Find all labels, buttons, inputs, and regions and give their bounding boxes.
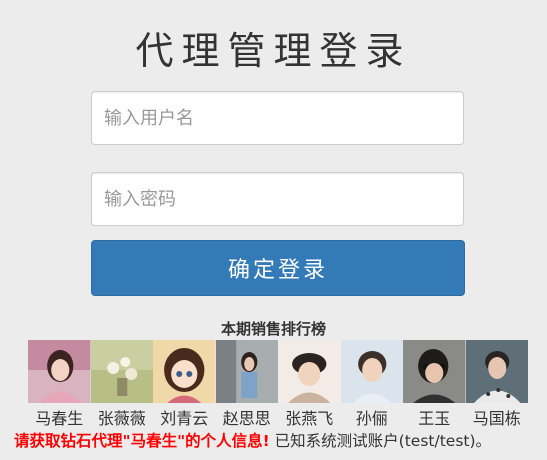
agent-photo[interactable]	[403, 340, 466, 403]
username-input[interactable]	[92, 92, 463, 144]
agent-name[interactable]: 马春生	[28, 405, 91, 429]
agent-photo[interactable]	[215, 340, 278, 403]
ranking-names: 马春生 张薇薇 刘青云 赵思思 张燕飞 孙俪 王玉 马国栋	[28, 405, 528, 429]
test-account-note: 已知系统测试账户(test/test)。	[274, 432, 492, 450]
promo-text: 请获取钻石代理"马春生"的个人信息!	[14, 432, 270, 450]
agent-photo[interactable]	[340, 340, 403, 403]
username-field[interactable]	[91, 91, 464, 145]
password-input[interactable]	[92, 173, 463, 225]
agent-name[interactable]: 王玉	[403, 405, 466, 429]
login-button[interactable]: 确定登录	[91, 240, 465, 296]
agent-name[interactable]: 张燕飞	[278, 405, 341, 429]
agent-name[interactable]: 张薇薇	[91, 405, 154, 429]
agent-name[interactable]: 赵思思	[216, 405, 279, 429]
agent-name[interactable]: 马国栋	[466, 405, 529, 429]
agent-photo[interactable]	[153, 340, 216, 403]
footer-hint: 请获取钻石代理"马春生"的个人信息! 已知系统测试账户(test/test)。	[14, 429, 547, 451]
ranking-title: 本期销售排行榜	[220, 320, 326, 338]
agent-name[interactable]: 刘青云	[153, 405, 216, 429]
agent-photo[interactable]	[465, 340, 528, 403]
ranking-photos	[28, 340, 528, 403]
page-title: 代理管理登录	[135, 29, 412, 73]
agent-photo[interactable]	[90, 340, 153, 403]
agent-name[interactable]: 孙俪	[341, 405, 404, 429]
agent-photo[interactable]	[278, 340, 341, 403]
password-field[interactable]	[91, 172, 464, 226]
agent-photo[interactable]	[28, 340, 91, 403]
